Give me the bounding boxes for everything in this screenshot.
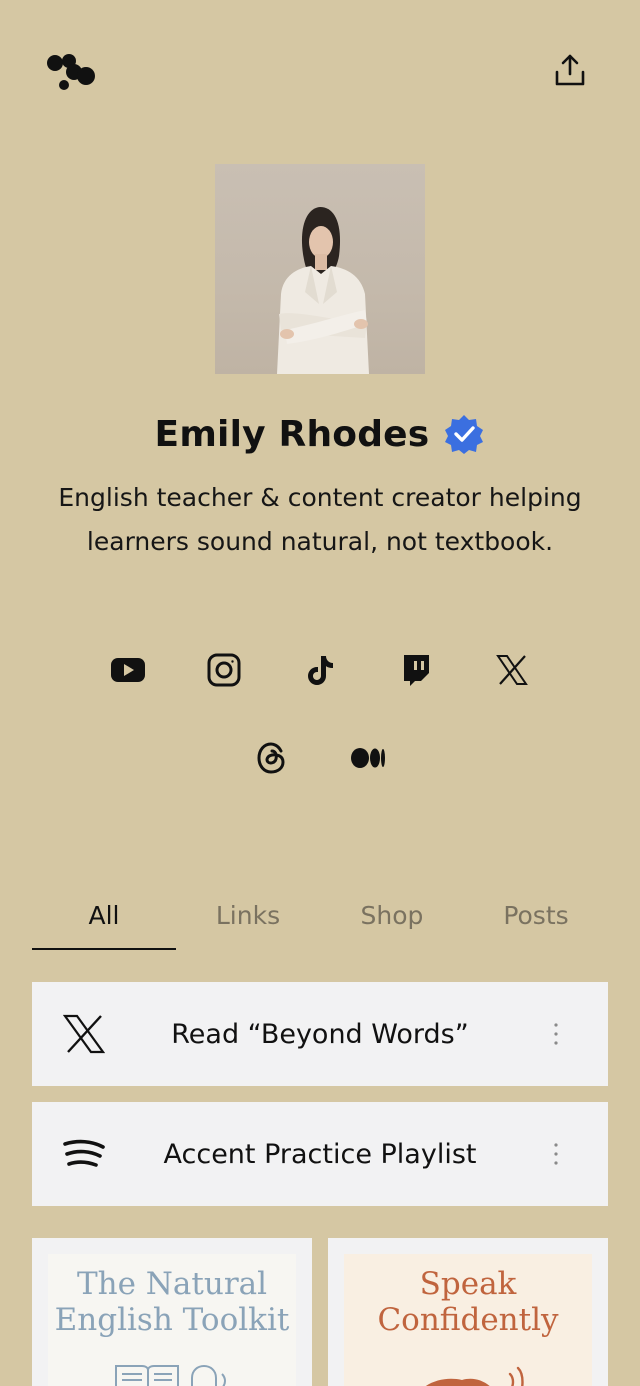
x-icon <box>62 1012 106 1056</box>
youtube-icon[interactable] <box>110 650 146 690</box>
book-headphones-icon <box>115 1364 226 1386</box>
product-cover: Speak Confidently <box>344 1254 592 1386</box>
link-card-accent-playlist[interactable]: Accent Practice Playlist <box>32 1102 608 1206</box>
tab-posts[interactable]: Posts <box>464 880 608 950</box>
name-row: Emily Rhodes <box>0 408 640 460</box>
product-title: Speak Confidently <box>377 1266 559 1338</box>
product-title: The Natural English Toolkit <box>54 1266 290 1338</box>
instagram-icon[interactable] <box>206 650 242 690</box>
product-card-toolkit[interactable]: The Natural English Toolkit <box>32 1238 312 1386</box>
profile-bio: English teacher & content creator helpin… <box>58 483 582 556</box>
avatar <box>215 164 425 374</box>
x-icon[interactable] <box>494 650 530 690</box>
threads-icon[interactable] <box>254 738 290 778</box>
tab-all[interactable]: All <box>32 880 176 950</box>
verified-badge-icon <box>443 413 485 455</box>
twitch-icon[interactable] <box>398 650 434 690</box>
profile-page: Emily Rhodes English teacher & content c… <box>0 0 640 1386</box>
speaking-lips-icon <box>426 1366 524 1386</box>
link-card-beyond-words[interactable]: Read “Beyond Words” <box>32 982 608 1086</box>
tab-shop[interactable]: Shop <box>320 880 464 950</box>
product-cover: The Natural English Toolkit <box>48 1254 296 1386</box>
product-card-speak-confidently[interactable]: Speak Confidently <box>328 1238 608 1386</box>
more-options-icon[interactable] <box>544 1140 568 1168</box>
link-label: Read “Beyond Words” <box>171 1018 469 1050</box>
profile-name: Emily Rhodes <box>154 413 430 455</box>
tiktok-icon[interactable] <box>302 650 338 690</box>
share-icon[interactable] <box>552 52 588 88</box>
logo-icon[interactable] <box>44 50 98 94</box>
link-label: Accent Practice Playlist <box>163 1138 477 1170</box>
social-icons-row-2 <box>0 738 640 778</box>
content-tabs: All Links Shop Posts <box>32 880 608 950</box>
spotify-icon <box>62 1132 106 1176</box>
medium-icon[interactable] <box>350 738 386 778</box>
more-options-icon[interactable] <box>544 1020 568 1048</box>
social-icons-row <box>0 650 640 690</box>
tab-links[interactable]: Links <box>176 880 320 950</box>
